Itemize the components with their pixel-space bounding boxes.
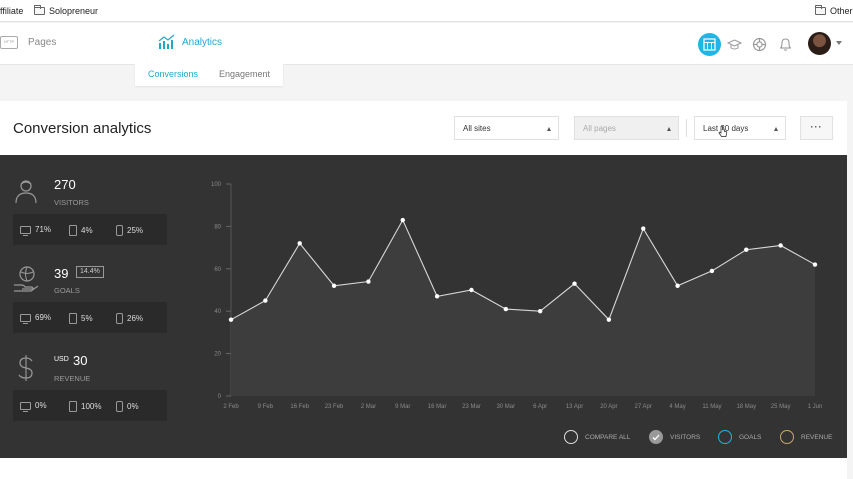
legend-compare-all[interactable]: COMPARE ALL [564,430,630,444]
visitors-data-point [606,317,612,322]
visitors-data-point [297,241,302,246]
visitors-data-point [469,287,474,293]
compare-all-toggle-icon [564,430,578,444]
x-tick-label: 9 Feb [258,404,274,410]
visitors-data-point [812,262,818,267]
visitors-data-point [572,281,577,286]
visitors-data-point [744,247,749,252]
legend-visitors[interactable]: VISITORS [649,430,700,444]
footer-strip [0,458,847,479]
legend-goals-label: GOALS [739,433,762,441]
visitors-data-point [263,298,268,303]
visitors-area-chart: 0 20 40 60 80 100 2 Feb 9 Feb 16 Feb 23 Feb 2 Mar 9… [211,182,823,410]
y-tick-label: 80 [214,224,221,230]
legend-visitors-label: VISITORS [670,433,701,441]
y-tick-label: 100 [211,182,222,188]
x-tick-label: 2 Feb [223,404,239,410]
visitors-data-point [778,243,783,248]
goals-toggle-icon [718,430,732,444]
x-tick-label: 20 Apr [600,404,617,410]
checkmark-icon [649,430,663,444]
x-tick-label: 16 Mar [428,404,447,410]
x-tick-label: 6 Apr [533,404,547,410]
x-tick-label: 25 May [771,404,791,410]
legend-goals[interactable]: GOALS [718,430,761,444]
legend-revenue-label: REVENUE [801,433,833,441]
x-tick-label: 9 Mar [395,404,410,410]
x-tick-label: 2 Mar [361,404,376,410]
visitors-data-point [641,226,646,231]
y-tick-label: 60 [214,267,221,273]
visitors-data-point [228,317,234,322]
y-tick-label: 0 [218,394,222,400]
x-tick-label: 30 Mar [496,404,515,410]
visitors-data-point [709,268,715,274]
visitors-data-point [331,283,337,288]
x-tick-label: 4 May [669,404,685,410]
visitors-data-point [503,306,509,312]
visitors-data-point [537,309,543,314]
x-tick-label: 27 Apr [635,404,652,410]
x-tick-label: 1 Jun [808,404,823,410]
x-tick-label: 13 Apr [566,404,583,410]
y-tick-label: 40 [214,309,221,315]
x-tick-label: 23 Mar [462,404,481,410]
y-tick-label: 20 [214,352,221,358]
legend-revenue[interactable]: REVENUE [780,430,832,444]
x-tick-label: 23 Feb [325,404,344,410]
x-tick-label: 18 May [736,404,756,410]
legend-compare-all-label: COMPARE ALL [585,433,631,441]
revenue-toggle-icon [780,430,794,444]
visitors-data-point [434,294,440,299]
visitors-data-point [366,279,371,284]
x-tick-label: 11 May [702,404,721,410]
visitors-area-fill [231,220,815,396]
visitors-data-point [400,217,405,223]
visitors-data-point [675,283,680,288]
x-tick-label: 16 Feb [290,404,309,410]
